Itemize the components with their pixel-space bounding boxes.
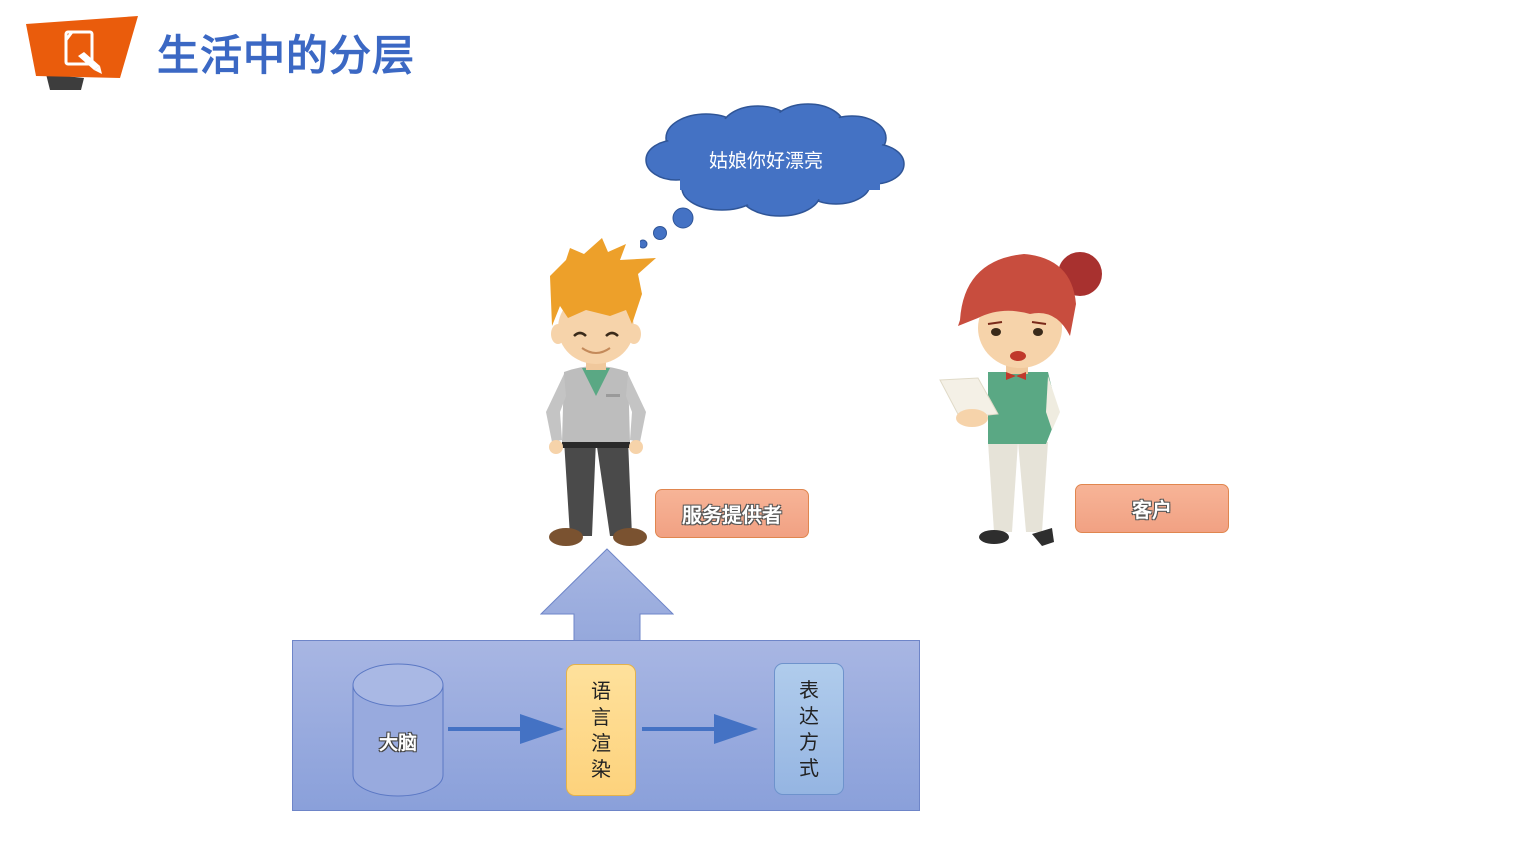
- expression-char: 方: [799, 730, 819, 754]
- language-render-box: 语 言 渲 染: [566, 664, 636, 796]
- thought-text: 姑娘你好漂亮: [708, 150, 823, 172]
- thought-cloud: [638, 100, 910, 250]
- arrow-right-icon: [642, 712, 760, 746]
- customer-label: 客户: [1075, 484, 1229, 533]
- expression-char: 式: [799, 756, 819, 780]
- render-char: 语: [591, 679, 611, 703]
- render-char: 言: [591, 705, 611, 729]
- brain-label: 大脑: [378, 732, 417, 754]
- page-title: 生活中的分层: [157, 31, 416, 80]
- service-provider-figure: [536, 236, 664, 550]
- up-arrow: [539, 548, 675, 644]
- expression-char: 表: [799, 678, 819, 702]
- render-char: 渲: [591, 731, 611, 755]
- arrow-right-icon: [448, 712, 566, 746]
- expression-char: 达: [799, 704, 819, 728]
- document-edit-logo: [24, 16, 142, 94]
- expression-box: 表 达 方 式: [774, 663, 844, 795]
- service-provider-label: 服务提供者: [655, 489, 809, 538]
- render-char: 染: [591, 757, 611, 781]
